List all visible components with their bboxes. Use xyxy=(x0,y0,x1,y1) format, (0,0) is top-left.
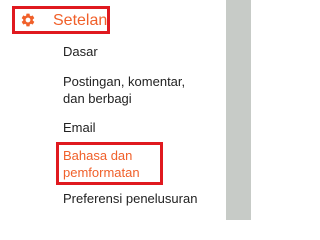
menu-item-label: Email xyxy=(63,120,96,135)
right-edge-panel xyxy=(226,0,251,220)
menu-item-search-preferences[interactable]: Preferensi penelusuran xyxy=(63,190,197,207)
menu-item-label: Dasar xyxy=(63,44,98,59)
gear-icon xyxy=(20,12,36,28)
menu-item-label: Preferensi penelusuran xyxy=(63,191,198,206)
menu-item-posts-comments-sharing[interactable]: Postingan, komentar, dan berbagi xyxy=(63,73,185,107)
menu-item-label-line2: dan berbagi xyxy=(63,91,132,106)
menu-item-language-formatting[interactable]: Bahasa dan pemformatan xyxy=(63,147,140,181)
menu-item-label-line2: pemformatan xyxy=(63,165,140,180)
menu-item-email[interactable]: Email xyxy=(63,119,96,136)
settings-label: Setelan xyxy=(53,12,108,29)
settings-section-header[interactable]: Setelan xyxy=(12,6,110,34)
menu-item-dasar[interactable]: Dasar xyxy=(63,43,98,60)
menu-item-label-line1: Bahasa dan xyxy=(63,148,133,163)
menu-item-label-line1: Postingan, komentar, xyxy=(63,74,186,89)
